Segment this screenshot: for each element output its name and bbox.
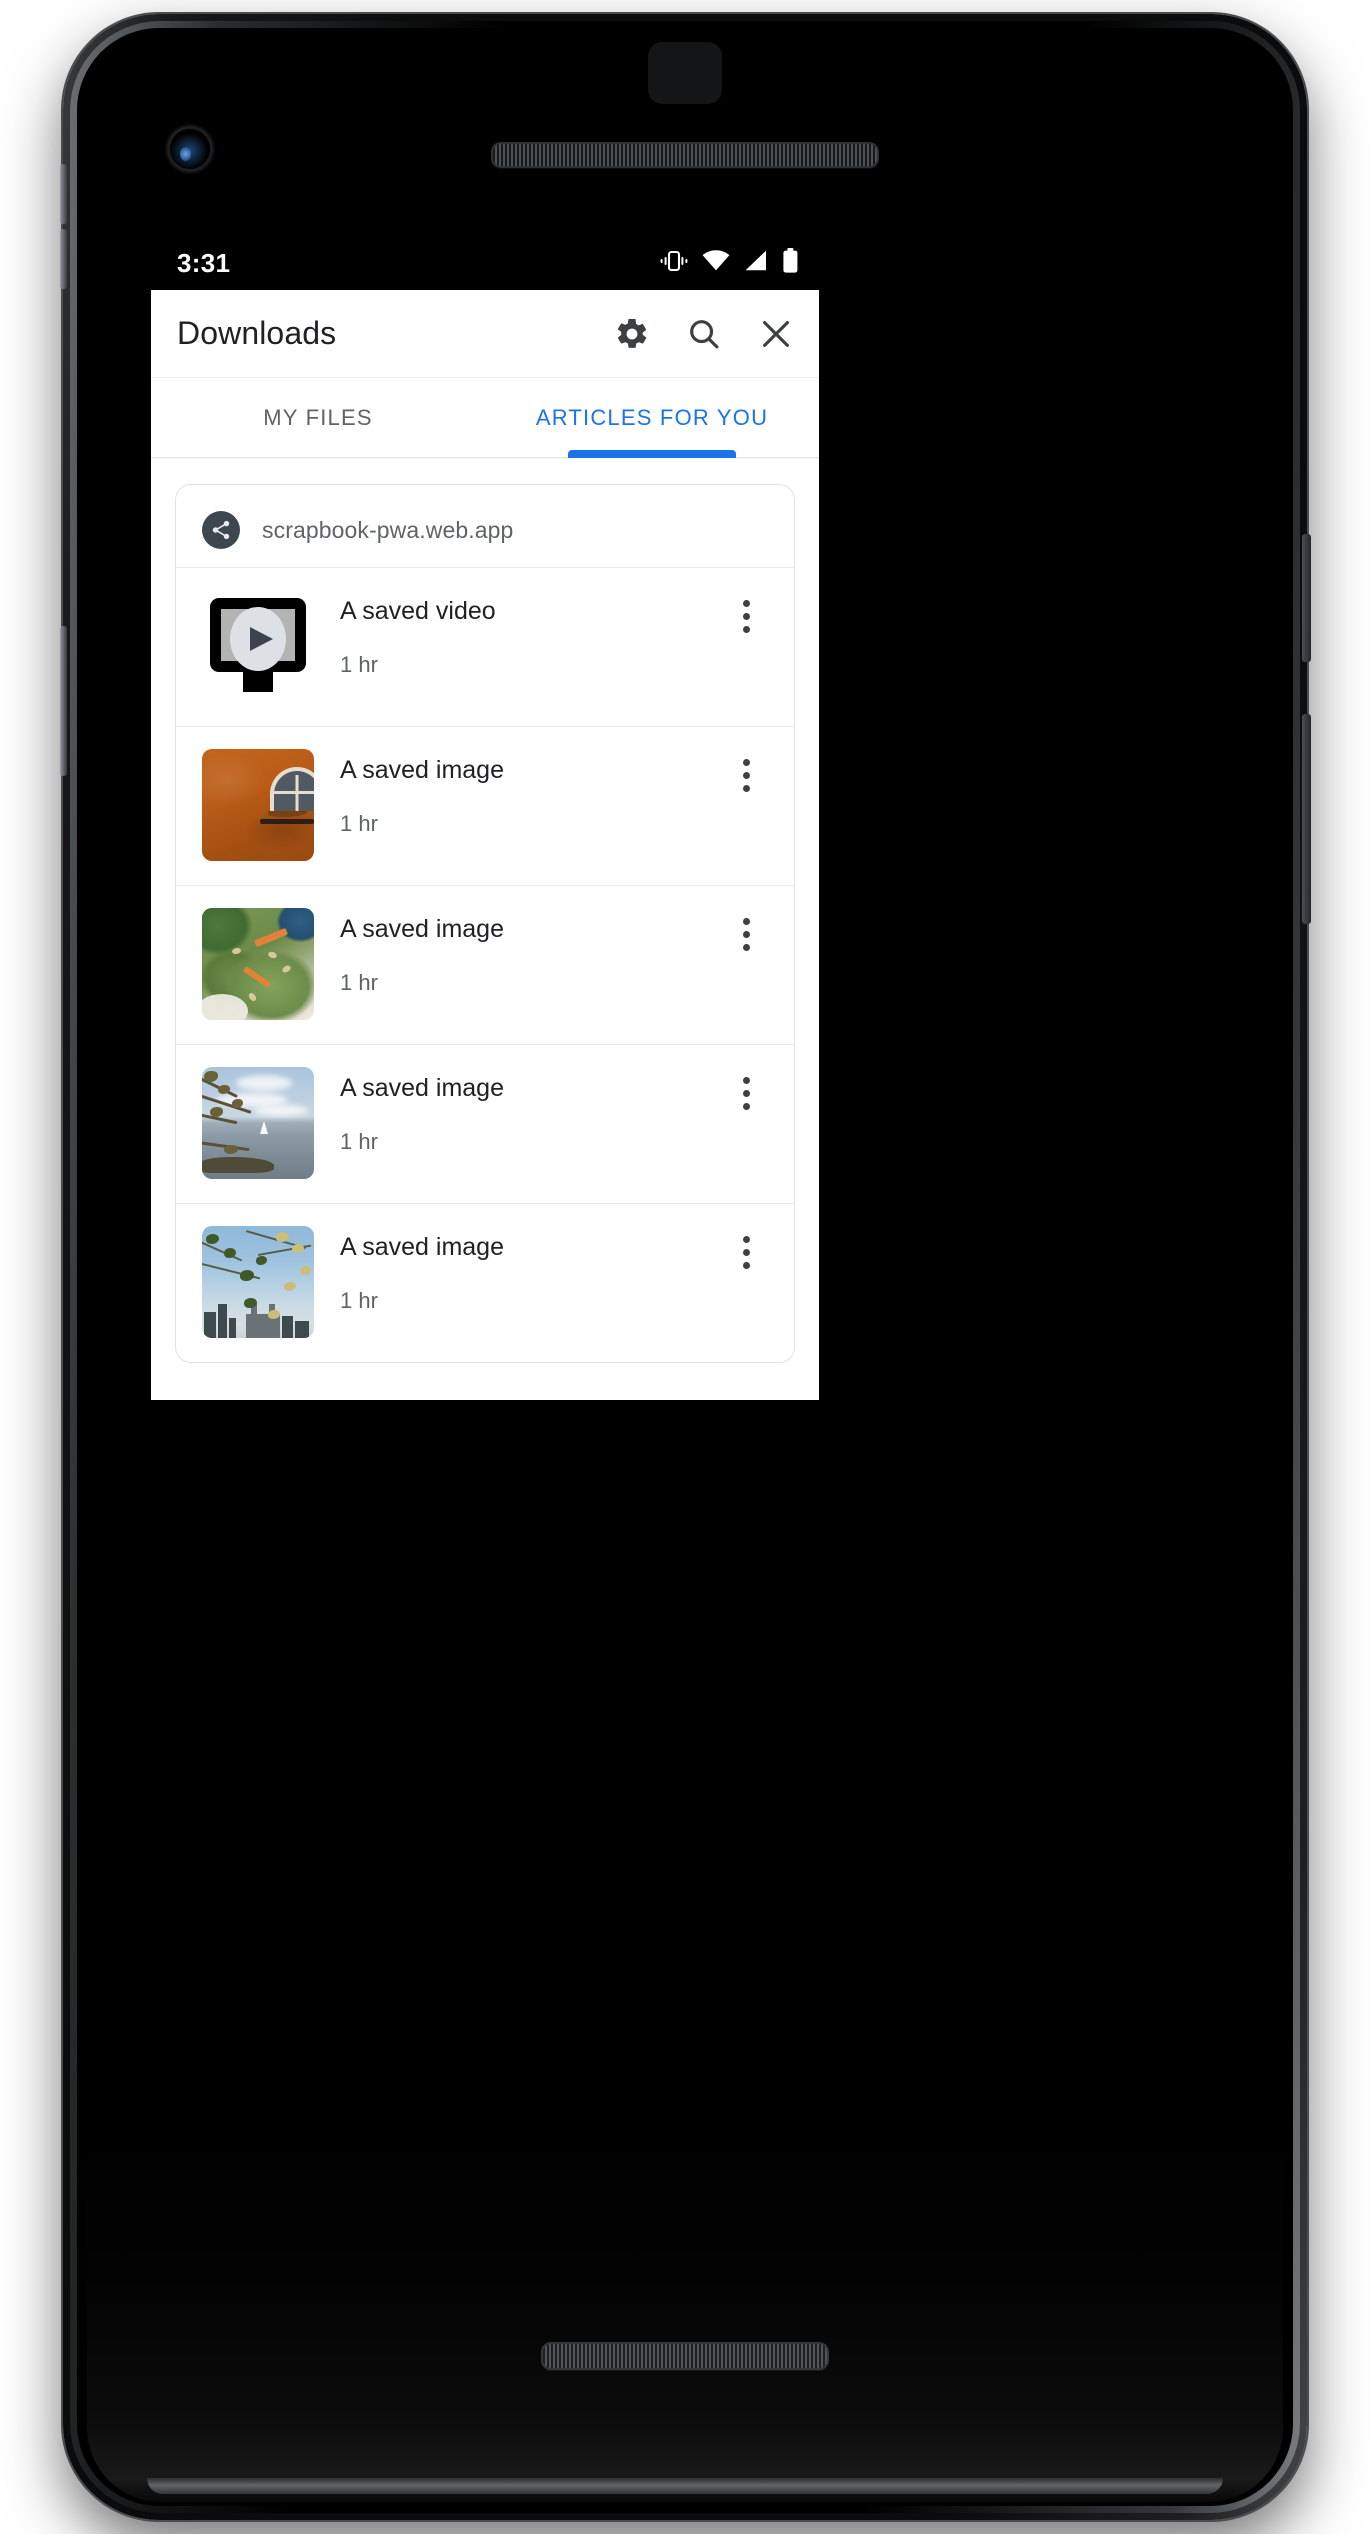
item-title: A saved video [340, 597, 496, 625]
cellular-signal-icon [744, 250, 768, 276]
dot [742, 1076, 750, 1084]
tab-my-files[interactable]: MY FILES [151, 378, 485, 457]
dot [742, 930, 750, 938]
dot [742, 625, 750, 633]
card-header: scrapbook-pwa.web.app [176, 485, 794, 567]
app-bar-actions [611, 313, 797, 355]
more-vert-icon[interactable] [724, 753, 768, 797]
item-timestamp: 1 hr [340, 970, 378, 995]
more-vert-icon[interactable] [724, 1071, 768, 1115]
lake-sailboat-photo [202, 1067, 314, 1179]
dot [742, 599, 750, 607]
item-text: A saved image 1 hr [314, 749, 724, 837]
dot [742, 758, 750, 766]
device-antenna-seam [60, 626, 67, 776]
item-title: A saved image [340, 1233, 504, 1261]
dot [742, 771, 750, 779]
close-icon[interactable] [755, 313, 797, 355]
list-item[interactable]: A saved video 1 hr [176, 567, 794, 726]
battery-icon [782, 248, 799, 278]
dot [742, 1248, 750, 1256]
dot [742, 1235, 750, 1243]
list-item[interactable]: A saved image 1 hr [176, 1044, 794, 1203]
article-card: scrapbook-pwa.web.app A saved video 1 hr… [175, 484, 795, 1363]
item-text: A saved image 1 hr [314, 1226, 724, 1314]
item-timestamp: 1 hr [340, 652, 378, 677]
share-icon [202, 511, 240, 549]
search-icon[interactable] [683, 313, 725, 355]
downloads-list[interactable]: scrapbook-pwa.web.app A saved video 1 hr… [151, 458, 819, 1400]
city-skyline-photo [202, 1226, 314, 1338]
more-vert-icon[interactable] [724, 1230, 768, 1274]
site-name: scrapbook-pwa.web.app [262, 516, 514, 543]
bottom-speaker-grille [541, 2342, 829, 2370]
page-title: Downloads [177, 315, 337, 351]
list-item[interactable]: A saved image 1 hr [176, 1203, 794, 1362]
item-timestamp: 1 hr [340, 811, 378, 836]
dot [742, 943, 750, 951]
wifi-icon [702, 250, 730, 276]
video-placeholder-icon [202, 590, 314, 702]
vibrate-icon [660, 250, 688, 277]
terracotta-wall-photo [202, 749, 314, 861]
item-title: A saved image [340, 1074, 504, 1102]
item-text: A saved image 1 hr [314, 1067, 724, 1155]
app-bar: Downloads [151, 290, 819, 378]
tab-articles-for-you[interactable]: ARTICLES FOR YOU [485, 378, 819, 457]
volume-button[interactable] [1302, 714, 1311, 924]
avocado-toast-photo [202, 908, 314, 1020]
item-text: A saved image 1 hr [314, 908, 724, 996]
status-bar-icons [660, 248, 799, 278]
front-camera-icon [170, 129, 210, 169]
item-timestamp: 1 hr [340, 1129, 378, 1154]
more-vert-icon[interactable] [724, 912, 768, 956]
device-antenna-seam [60, 164, 67, 224]
tab-bar: MY FILES ARTICLES FOR YOU [151, 378, 819, 458]
dot [742, 1261, 750, 1269]
more-vert-icon[interactable] [724, 594, 768, 638]
item-timestamp: 1 hr [340, 1288, 378, 1313]
item-title: A saved image [340, 915, 504, 943]
status-bar-clock: 3:31 [177, 247, 231, 278]
dot [742, 612, 750, 620]
device-antenna-seam [60, 229, 67, 289]
power-button[interactable] [1302, 534, 1311, 662]
phone-device-frame: 3:31 Downloads MY FILES ARTICLES FOR YOU… [60, 14, 1311, 2520]
item-text: A saved video 1 hr [314, 590, 724, 678]
phone-screen: 3:31 Downloads MY FILES ARTICLES FOR YOU… [151, 236, 819, 1400]
status-bar: 3:31 [151, 236, 819, 290]
dot [742, 784, 750, 792]
earpiece-speaker-grille [491, 142, 879, 168]
list-item[interactable]: A saved image 1 hr [176, 726, 794, 885]
dot [742, 917, 750, 925]
item-title: A saved image [340, 756, 504, 784]
dot [742, 1089, 750, 1097]
list-item[interactable]: A saved image 1 hr [176, 885, 794, 1044]
gear-icon[interactable] [611, 313, 653, 355]
dot [742, 1102, 750, 1110]
device-bottom-rim [147, 2478, 1223, 2494]
proximity-sensor [648, 42, 722, 104]
